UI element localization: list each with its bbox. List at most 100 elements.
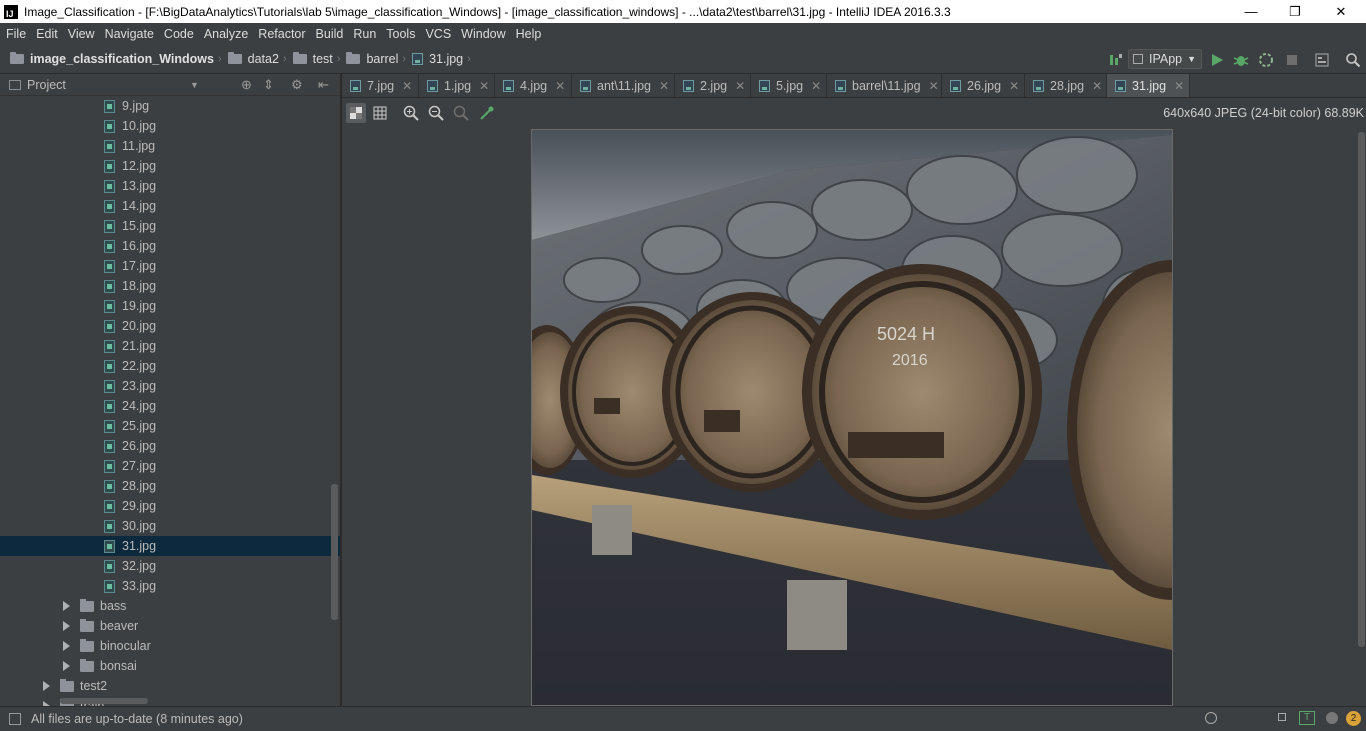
tree-folder-bonsai[interactable]: bonsai (0, 656, 340, 676)
menu-help[interactable]: Help (511, 27, 547, 41)
tree-file-11-jpg[interactable]: 11.jpg (0, 136, 340, 156)
memory-indicator-icon[interactable] (1205, 712, 1217, 724)
scrollbar-thumb[interactable] (1358, 132, 1365, 647)
menu-navigate[interactable]: Navigate (100, 27, 159, 41)
hide-panel-icon[interactable]: ⇤ (318, 77, 329, 93)
expand-arrow-icon[interactable] (63, 661, 70, 671)
close-tab-icon[interactable]: ✕ (479, 79, 489, 93)
tab-4-jpg[interactable]: 4.jpg ✕ (495, 74, 572, 97)
breadcrumb-item-file[interactable]: 31.jpg › (412, 52, 477, 66)
tree-file-18-jpg[interactable]: 18.jpg (0, 276, 340, 296)
close-tab-icon[interactable]: ✕ (1009, 79, 1019, 93)
tree-file-12-jpg[interactable]: 12.jpg (0, 156, 340, 176)
tab-5-jpg[interactable]: 5.jpg ✕ (751, 74, 827, 97)
run-configuration-select[interactable]: IPApp ▼ (1128, 49, 1202, 69)
restore-button[interactable]: ❐ (1272, 0, 1318, 23)
tree-file-30-jpg[interactable]: 30.jpg (0, 516, 340, 536)
tab-ant-11-jpg[interactable]: ant\11.jpg ✕ (572, 74, 675, 97)
color-picker-icon[interactable] (477, 103, 497, 123)
breadcrumb-item-data2[interactable]: data2 › (227, 52, 293, 66)
actual-size-icon[interactable] (451, 103, 471, 123)
tab-28-jpg[interactable]: 28.jpg ✕ (1025, 74, 1107, 97)
search-everywhere-icon[interactable] (1343, 50, 1363, 70)
close-window-button[interactable]: ✕ (1318, 0, 1364, 23)
tree-file-27-jpg[interactable]: 27.jpg (0, 456, 340, 476)
expand-arrow-icon[interactable] (63, 621, 70, 631)
tab-1-jpg[interactable]: 1.jpg ✕ (419, 74, 495, 97)
tree-file-20-jpg[interactable]: 20.jpg (0, 316, 340, 336)
tree-file-23-jpg[interactable]: 23.jpg (0, 376, 340, 396)
collapse-all-icon[interactable]: ⇕ (263, 77, 274, 93)
menu-file[interactable]: File (1, 27, 31, 41)
hector-icon[interactable] (1326, 712, 1338, 724)
notification-badge[interactable]: 2 (1346, 711, 1361, 726)
tree-file-25-jpg[interactable]: 25.jpg (0, 416, 340, 436)
menu-code[interactable]: Code (159, 27, 199, 41)
tree-file-32-jpg[interactable]: 32.jpg (0, 556, 340, 576)
close-tab-icon[interactable]: ✕ (555, 79, 565, 93)
tree-file-22-jpg[interactable]: 22.jpg (0, 356, 340, 376)
expand-arrow-icon[interactable] (63, 601, 70, 611)
close-tab-icon[interactable]: ✕ (1174, 79, 1184, 93)
menu-view[interactable]: View (63, 27, 100, 41)
menu-run[interactable]: Run (348, 27, 381, 41)
chessboard-icon[interactable] (370, 103, 390, 123)
menu-tools[interactable]: Tools (381, 27, 420, 41)
menu-edit[interactable]: Edit (31, 27, 63, 41)
close-tab-icon[interactable]: ✕ (659, 79, 669, 93)
expand-arrow-icon[interactable] (63, 641, 70, 651)
event-log-icon[interactable]: T (1299, 711, 1315, 725)
image-vertical-scrollbar[interactable] (1357, 128, 1366, 706)
close-tab-icon[interactable]: ✕ (929, 79, 939, 93)
tree-file-19-jpg[interactable]: 19.jpg (0, 296, 340, 316)
tree-horizontal-scrollbar[interactable] (60, 698, 148, 704)
tree-file-14-jpg[interactable]: 14.jpg (0, 196, 340, 216)
menu-vcs[interactable]: VCS (420, 27, 456, 41)
tab-7-jpg[interactable]: 7.jpg ✕ (342, 74, 419, 97)
tab-26-jpg[interactable]: 26.jpg ✕ (942, 74, 1025, 97)
run-with-coverage-icon[interactable] (1256, 50, 1276, 70)
project-structure-icon[interactable] (1312, 50, 1332, 70)
lock-icon[interactable] (1278, 713, 1286, 721)
breadcrumb-item-project[interactable]: image_classification_Windows › (10, 52, 228, 66)
debug-icon[interactable] (1231, 50, 1251, 70)
tree-folder-train[interactable]: train (0, 696, 340, 706)
breadcrumb-item-test[interactable]: test › (292, 52, 347, 66)
menu-build[interactable]: Build (311, 27, 349, 41)
background-grid-icon[interactable] (346, 103, 366, 123)
menu-window[interactable]: Window (456, 27, 510, 41)
tree-folder-binocular[interactable]: binocular (0, 636, 340, 656)
zoom-in-icon[interactable] (401, 103, 421, 123)
tree-file-13-jpg[interactable]: 13.jpg (0, 176, 340, 196)
run-icon[interactable] (1207, 50, 1227, 70)
tree-file-21-jpg[interactable]: 21.jpg (0, 336, 340, 356)
tree-folder-beaver[interactable]: beaver (0, 616, 340, 636)
tree-file-10-jpg[interactable]: 10.jpg (0, 116, 340, 136)
tree-folder-test2[interactable]: test2 (0, 676, 340, 696)
tree-file-28-jpg[interactable]: 28.jpg (0, 476, 340, 496)
menu-analyze[interactable]: Analyze (199, 27, 253, 41)
expand-arrow-icon[interactable] (43, 681, 50, 691)
tree-folder-bass[interactable]: bass (0, 596, 340, 616)
tab-2-jpg[interactable]: 2.jpg ✕ (675, 74, 751, 97)
close-tab-icon[interactable]: ✕ (735, 79, 745, 93)
gear-icon[interactable]: ⚙ (291, 77, 303, 93)
tree-scrollbar[interactable] (331, 484, 338, 620)
tab-31-jpg-active[interactable]: 31.jpg ✕ (1107, 74, 1190, 97)
zoom-out-icon[interactable] (426, 103, 446, 123)
make-project-icon[interactable] (1106, 50, 1126, 70)
minimize-button[interactable]: — (1228, 0, 1274, 23)
breadcrumb-item-barrel[interactable]: barrel › (346, 52, 412, 66)
tree-file-9-jpg[interactable]: 9.jpg (0, 96, 340, 116)
close-tab-icon[interactable]: ✕ (402, 79, 412, 93)
tool-windows-icon[interactable] (9, 713, 21, 725)
chevron-down-icon[interactable]: ▼ (190, 80, 199, 90)
tree-file-26-jpg[interactable]: 26.jpg (0, 436, 340, 456)
project-view-select[interactable]: Project (27, 78, 66, 92)
close-tab-icon[interactable]: ✕ (1092, 79, 1102, 93)
tab-barrel-11-jpg[interactable]: barrel\11.jpg ✕ (827, 74, 942, 97)
tree-file-15-jpg[interactable]: 15.jpg (0, 216, 340, 236)
scroll-from-source-icon[interactable]: ⊕ (241, 77, 252, 93)
tree-file-31-jpg-selected[interactable]: 31.jpg (0, 536, 340, 556)
tree-file-29-jpg[interactable]: 29.jpg (0, 496, 340, 516)
